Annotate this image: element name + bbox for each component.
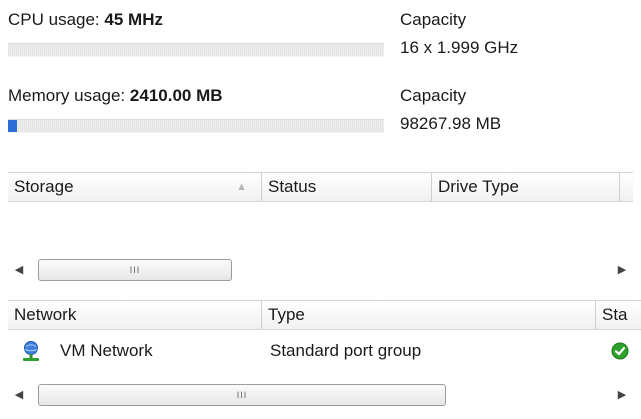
cpu-capacity-label: Capacity [400, 10, 467, 29]
storage-horizontal-scrollbar[interactable]: ◀ III ▶ [8, 258, 633, 282]
drive-type-column-header[interactable]: Drive Type [432, 173, 620, 201]
storage-column-label: Storage [14, 177, 74, 196]
scrollbar-thumb[interactable]: III [38, 259, 232, 281]
scroll-right-icon[interactable]: ▶ [611, 258, 633, 282]
type-column-label: Type [268, 305, 305, 324]
scroll-right-icon[interactable]: ▶ [611, 383, 633, 407]
network-name-cell: VM Network [60, 341, 153, 360]
cpu-usage-label: CPU usage: 45 MHz [8, 10, 163, 30]
storage-column-header[interactable]: Storage ▲ [8, 173, 262, 201]
network-column-header[interactable]: Network [8, 301, 262, 329]
memory-usage-value: 2410.00 MB [129, 86, 223, 105]
table-row[interactable]: VM Network Standard port group [8, 339, 641, 363]
green-check-icon [611, 342, 629, 360]
cpu-usage-value: 45 MHz [104, 10, 163, 29]
type-column-header[interactable]: Type [262, 301, 596, 329]
status-column-header[interactable]: Status [262, 173, 432, 201]
network-horizontal-scrollbar[interactable]: ◀ III ▶ [8, 383, 633, 407]
storage-table-header: Storage ▲ Status Drive Type [8, 172, 633, 202]
storage-table-body [8, 201, 633, 251]
cpu-usage-bar [8, 43, 384, 57]
network-status-column-label: Sta [602, 305, 628, 324]
memory-capacity-value: 98267.98 MB [400, 114, 502, 133]
scroll-left-icon[interactable]: ◀ [8, 383, 30, 407]
memory-usage-caption: Memory usage: [8, 86, 126, 105]
network-status-column-header[interactable]: Sta [596, 301, 641, 329]
network-type-cell: Standard port group [270, 341, 422, 360]
scroll-left-icon[interactable]: ◀ [8, 258, 30, 282]
drive-type-column-label: Drive Type [438, 177, 519, 196]
sort-ascending-icon: ▲ [236, 181, 247, 193]
memory-usage-label: Memory usage: 2410.00 MB [8, 86, 223, 106]
network-icon [20, 340, 42, 362]
cpu-capacity-value: 16 x 1.999 GHz [400, 38, 519, 57]
network-column-label: Network [14, 305, 77, 324]
network-table-header: Network Type Sta [8, 300, 641, 330]
status-column-label: Status [268, 177, 317, 196]
memory-capacity-label: Capacity [400, 86, 467, 105]
memory-usage-fill [8, 120, 17, 132]
scrollbar-thumb[interactable]: III [38, 384, 446, 406]
memory-usage-bar [8, 119, 384, 133]
cpu-usage-caption: CPU usage: [8, 10, 100, 29]
